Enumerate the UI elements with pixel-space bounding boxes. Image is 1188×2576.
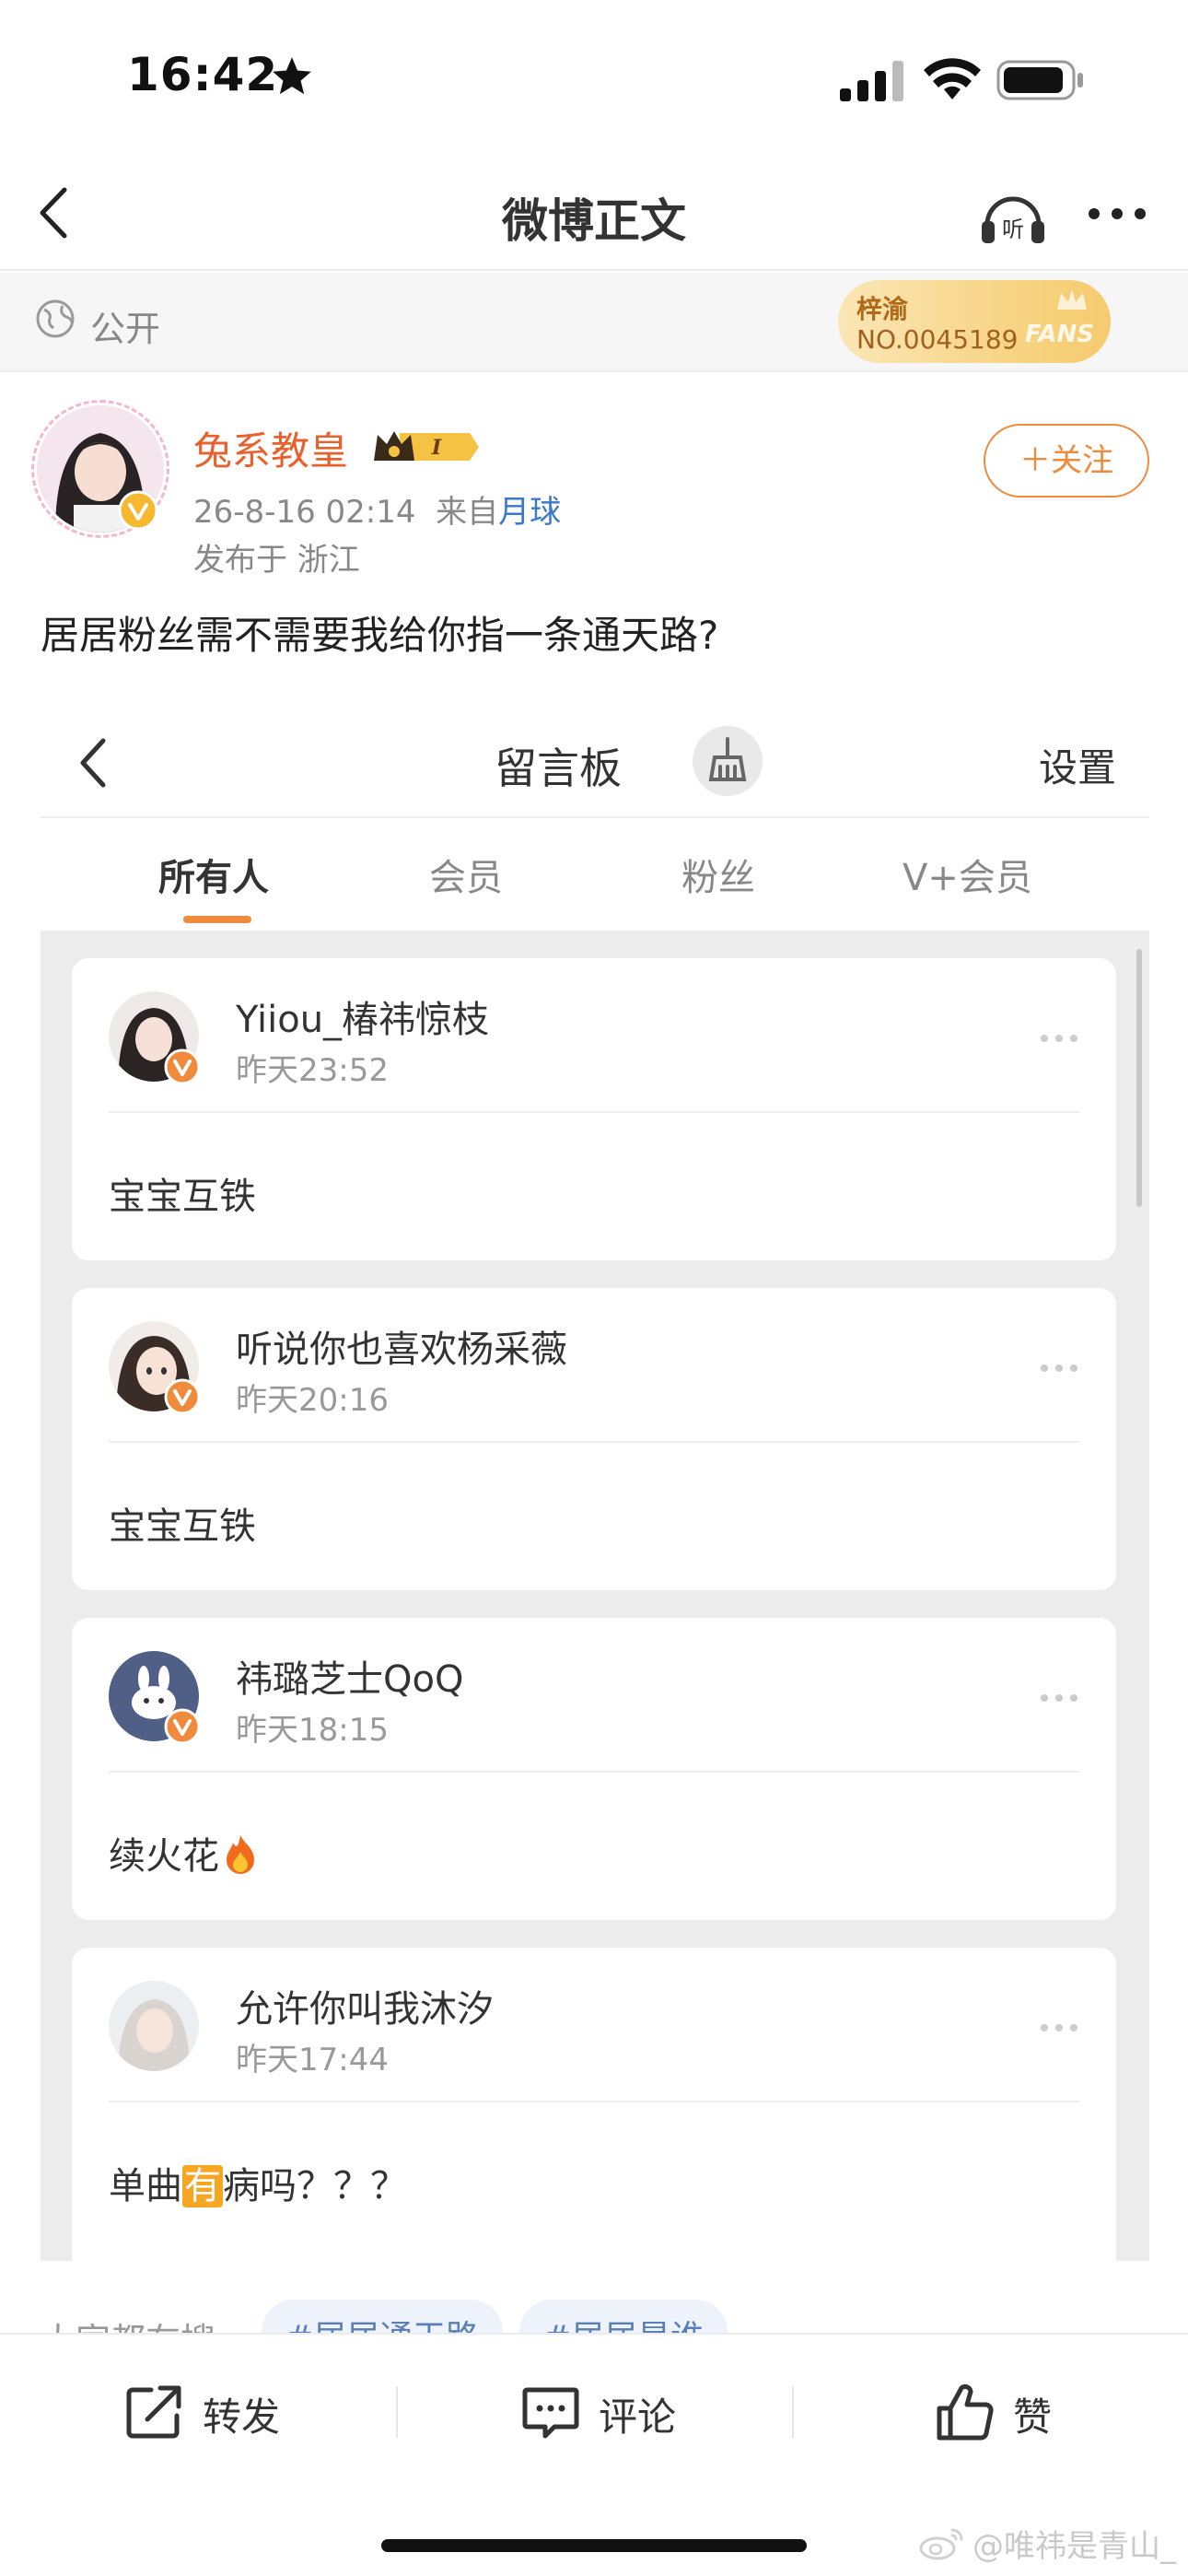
message-text-before: 单曲 — [109, 2165, 182, 2207]
message-more-icon — [1041, 1364, 1077, 1372]
message-author-name: Yiiou_椿祎惊枝 — [236, 999, 490, 1041]
wifi-icon — [924, 58, 981, 100]
board-tabs: 所有人 会员 粉丝 V+会员 — [41, 820, 1149, 931]
message-more-icon — [1041, 1694, 1077, 1702]
divider — [109, 1441, 1079, 1443]
message-card: 听说你也喜欢杨采薇 昨天20:16 宝宝互铁 — [72, 1288, 1116, 1590]
trending-topics-row: 大家都在搜 #居居通天路 #居居是谁 — [0, 2279, 1188, 2335]
message-text: 宝宝互铁 — [109, 1505, 256, 1548]
visibility-row: 公开 梓渝 NO.0045189 FANS — [0, 273, 1188, 372]
more-options-icon[interactable] — [1085, 203, 1149, 225]
listen-headphones-icon[interactable]: 听 — [976, 179, 1050, 252]
divider — [792, 2386, 794, 2438]
message-text: 单曲有病吗？？？ — [109, 2156, 407, 2209]
battery-icon — [996, 60, 1083, 100]
message-board-header: 留言板 设置 — [41, 709, 1149, 818]
thumbs-up-icon — [937, 2383, 994, 2441]
message-avatar — [109, 1981, 199, 2071]
post-source-link[interactable]: 月球 — [498, 494, 561, 531]
tab-fans: 粉丝 — [681, 857, 755, 899]
topics-label: 大家都在搜 — [41, 2313, 215, 2335]
topic-chip[interactable]: #居居是谁 — [519, 2300, 728, 2335]
message-more-icon — [1041, 1035, 1077, 1042]
message-card: 祎璐芝士QoQ 昨天18:15 续火花 — [72, 1618, 1116, 1920]
badge-level: I — [431, 436, 442, 460]
message-time: 昨天23:52 — [236, 1052, 389, 1089]
cellular-signal-icon — [840, 61, 903, 101]
divider — [109, 1111, 1079, 1113]
post-text: 居居粉丝需不需要我给你指一条通天路? — [41, 613, 719, 658]
message-author-name: 祎璐芝士QoQ — [236, 1658, 464, 1701]
message-more-icon — [1041, 2024, 1077, 2032]
broom-clean-icon — [693, 726, 763, 796]
fans-card-word: FANS — [1024, 321, 1094, 348]
like-label: 赞 — [1013, 2395, 1053, 2440]
watermark: @唯祎是青山_ — [973, 2528, 1176, 2565]
post-time: 26-8-16 02:14 — [193, 494, 416, 531]
tab-vplus-members: V+会员 — [903, 857, 1032, 899]
message-text-content: 续火花 — [109, 1835, 219, 1878]
board-settings-link: 设置 — [1038, 745, 1116, 790]
divider — [109, 1771, 1079, 1773]
comment-label: 评论 — [599, 2395, 677, 2440]
source-prefix: 来自 — [436, 494, 499, 531]
status-bar: 16:42 — [0, 0, 1188, 157]
message-time: 昨天18:15 — [236, 1712, 389, 1749]
divider — [396, 2386, 398, 2438]
comment-icon — [522, 2387, 579, 2439]
post-meta: 26-8-16 02:14 来自月球 — [193, 486, 561, 532]
fans-card-number: NO.0045189 — [856, 324, 1019, 355]
topic-chip[interactable]: #居居通天路 — [262, 2300, 504, 2335]
repost-icon — [126, 2385, 181, 2439]
crown-icon — [1057, 289, 1087, 310]
follow-button[interactable]: ＋关注 — [984, 424, 1149, 498]
board-title: 留言板 — [495, 744, 622, 793]
star-icon — [273, 57, 311, 95]
verified-badge-icon — [164, 1048, 201, 1085]
active-tab-indicator — [183, 916, 251, 923]
verified-badge-icon — [164, 1378, 201, 1415]
tab-everyone: 所有人 — [158, 857, 269, 899]
tab-members: 会员 — [429, 857, 503, 899]
verified-badge-icon — [118, 490, 158, 531]
avatar-portrait-icon — [109, 1981, 199, 2071]
message-time: 昨天20:16 — [236, 1382, 389, 1419]
svg-text:听: 听 — [1002, 217, 1024, 242]
message-author-name: 听说你也喜欢杨采薇 — [236, 1329, 567, 1371]
message-text-highlight: 有 — [182, 2165, 223, 2207]
visibility-label: 公开 — [90, 309, 161, 349]
message-text: 宝宝互铁 — [109, 1176, 256, 1218]
scrollbar — [1136, 949, 1142, 1207]
author-name[interactable]: 兔系教皇 — [193, 420, 348, 476]
message-author-name: 允许你叫我沐汐 — [236, 1988, 494, 2031]
globe-icon — [36, 299, 75, 338]
message-text-after: 病吗？？？ — [223, 2165, 407, 2207]
message-card: Yiiou_椿祎惊枝 昨天23:52 宝宝互铁 — [72, 958, 1116, 1260]
message-time: 昨天17:44 — [236, 2042, 389, 2078]
weibo-logo-icon — [919, 2528, 963, 2560]
post-location: 发布于 浙江 — [193, 542, 360, 579]
message-text: 续火花 — [109, 1826, 260, 1879]
fans-card[interactable]: 梓渝 NO.0045189 FANS — [838, 280, 1111, 363]
repost-label: 转发 — [203, 2395, 281, 2440]
verified-badge-icon — [164, 1708, 201, 1745]
home-indicator — [381, 2539, 807, 2552]
divider — [109, 2101, 1079, 2102]
fire-icon — [227, 1835, 254, 1874]
member-crown-badge-icon: I — [374, 431, 479, 461]
message-card: 允许你叫我沐汐 昨天17:44 单曲有病吗？？？ — [72, 1948, 1116, 2261]
fans-card-name: 梓渝 — [856, 294, 909, 324]
nav-bar: 微博正文 听 — [0, 157, 1188, 271]
message-list: Yiiou_椿祎惊枝 昨天23:52 宝宝互铁 听说你也喜欢杨采薇 昨天20:1… — [41, 931, 1149, 2261]
status-time: 16:42 — [127, 48, 279, 101]
